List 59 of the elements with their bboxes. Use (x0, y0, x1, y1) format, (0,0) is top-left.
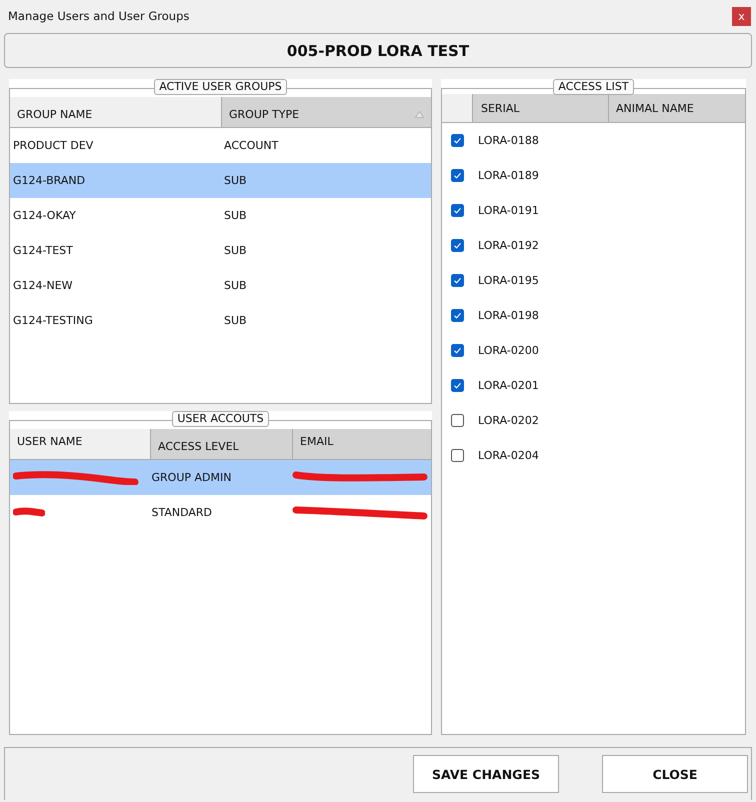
user-row[interactable]: STANDARD (10, 495, 431, 530)
table-cell-text: G124-OKAY (12, 209, 77, 222)
table-cell-text: LORA-0192 (477, 239, 540, 252)
checkbox[interactable] (450, 134, 464, 147)
column-header[interactable]: ACCESS LEVEL (150, 429, 292, 459)
table-cell-text: LORA-0195 (477, 274, 540, 287)
panel-legend: ACTIVE USER GROUPS (154, 79, 287, 95)
group-row[interactable]: PRODUCT DEV ACCOUNT (10, 128, 431, 163)
column-header[interactable]: SERIAL (472, 94, 608, 122)
table-cell-text: G124-TESTING (12, 314, 94, 327)
table-cell-text: G124-NEW (12, 279, 74, 292)
table-cell-text: ACCOUNT (223, 139, 280, 152)
table-cell-text: STANDARD (150, 506, 214, 519)
column-header[interactable]: ANIMAL NAME (608, 94, 745, 122)
close-button[interactable]: x (732, 6, 751, 26)
table-cell-text: G124-TEST (12, 244, 74, 257)
table-cell-text: LORA-0198 (477, 309, 540, 322)
table-cell-text: LORA-0191 (477, 204, 540, 217)
table-cell-text: SUB (223, 279, 248, 292)
redaction-scribble (13, 506, 45, 520)
table-cell-text: SUB (223, 174, 248, 187)
checkbox[interactable] (450, 274, 464, 287)
table-cell-text: LORA-0201 (477, 379, 540, 392)
panel-legend: USER ACCOUTS (172, 411, 269, 427)
checkbox[interactable] (450, 449, 464, 462)
group-row[interactable]: G124-BRAND SUB (10, 163, 431, 198)
checkbox[interactable] (450, 169, 464, 182)
table-cell-text: LORA-0188 (477, 134, 540, 147)
group-row[interactable]: G124-OKAY SUB (10, 198, 431, 233)
table-cell-text: GROUP ADMIN (150, 471, 232, 484)
column-header[interactable]: EMAIL (292, 429, 431, 459)
sort-icon (415, 111, 424, 118)
group-row[interactable]: G124-NEW SUB (10, 268, 431, 303)
window-title: Manage Users and User Groups (8, 9, 190, 23)
group-row[interactable]: G124-TEST SUB (10, 233, 431, 268)
column-header[interactable]: GROUP NAME (10, 97, 221, 127)
table-cell-text: SUB (223, 244, 248, 257)
table-cell-text: SUB (223, 209, 248, 222)
table-cell-text: PRODUCT DEV (12, 139, 94, 152)
checkbox[interactable] (450, 204, 464, 217)
checkbox[interactable] (450, 344, 464, 357)
close-button[interactable]: CLOSE (602, 755, 748, 793)
checkbox[interactable] (450, 379, 464, 392)
table-cell-text: LORA-0189 (477, 169, 540, 182)
table-cell-text: LORA-0204 (477, 449, 540, 462)
group-title: 005-PROD LORA TEST (4, 33, 752, 68)
checkbox[interactable] (450, 239, 464, 252)
panel-legend: ACCESS LIST (553, 79, 634, 95)
table-cell-text: SUB (223, 314, 248, 327)
table-cell-text: G124-BRAND (12, 174, 86, 187)
checkbox[interactable] (450, 309, 464, 322)
column-header[interactable]: GROUP TYPE (221, 97, 431, 127)
group-row[interactable]: G124-TESTING SUB (10, 303, 431, 338)
checkbox[interactable] (450, 414, 464, 427)
user-row[interactable]: GROUP ADMIN (10, 460, 431, 495)
table-cell-text: LORA-0200 (477, 344, 540, 357)
save-button[interactable]: SAVE CHANGES (413, 755, 559, 793)
table-cell-text: LORA-0202 (477, 414, 540, 427)
column-header[interactable]: USER NAME (10, 429, 150, 459)
